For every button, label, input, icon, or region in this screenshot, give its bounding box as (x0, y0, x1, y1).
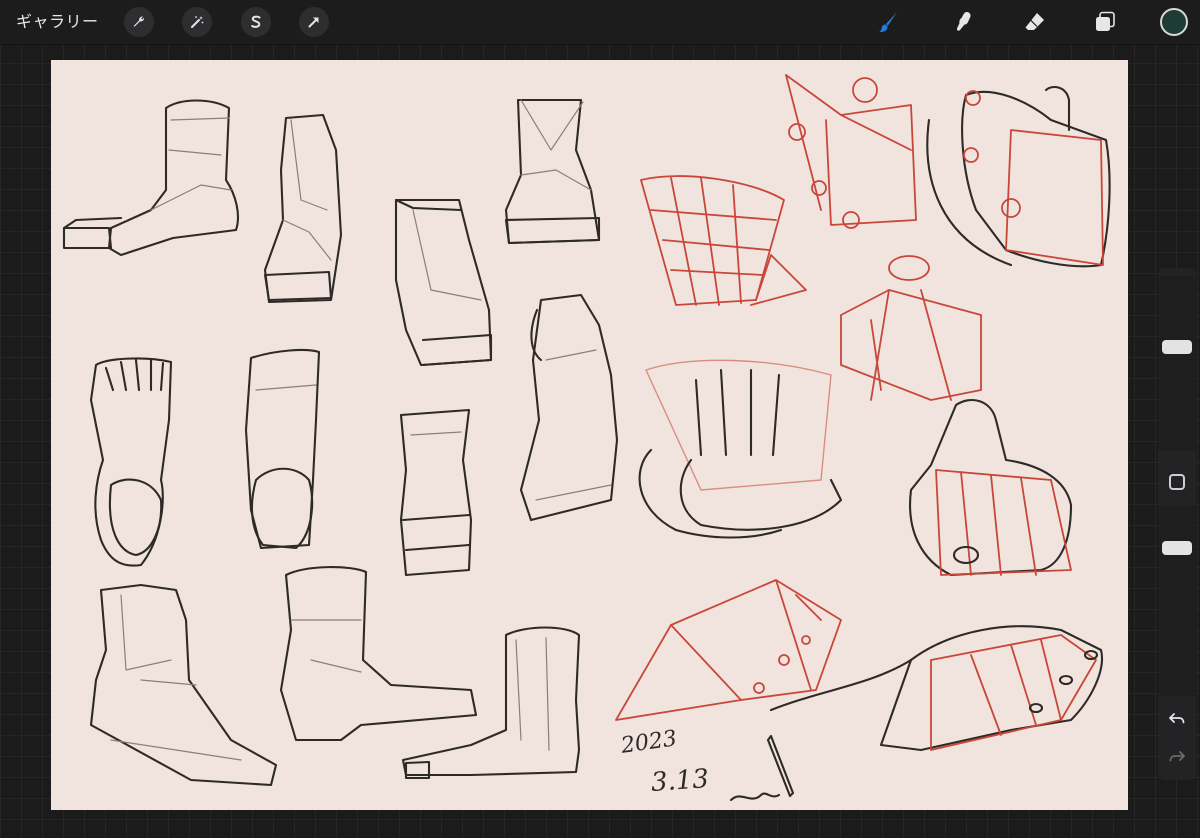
smudge-icon (956, 12, 971, 31)
magic-wand-icon (191, 16, 204, 28)
actions-button[interactable] (124, 7, 154, 37)
box-cylinder-perspective (840, 255, 982, 401)
selection-button[interactable] (241, 7, 271, 37)
undo-arrow-icon (1169, 713, 1185, 724)
brush-size-slider[interactable] (1158, 276, 1196, 451)
hand-grid-perspective (640, 175, 807, 306)
foot-sketch-back-2 (244, 348, 321, 550)
foot-sketch-side-1 (62, 99, 240, 257)
redo-button[interactable] (1166, 746, 1188, 768)
modify-button[interactable] (1169, 474, 1185, 490)
hand-sketch-fist-2 (909, 399, 1073, 577)
opacity-handle[interactable] (1162, 541, 1192, 556)
foot-sketch-back-1 (504, 98, 601, 245)
foot-sketch-front-1 (263, 113, 343, 304)
transform-arrow-icon (308, 17, 319, 28)
undo-button[interactable] (1166, 708, 1188, 730)
drawing-canvas[interactable]: 2023 3.13 (51, 60, 1128, 810)
erase-tool-button[interactable] (1021, 8, 1049, 36)
wrench-icon (133, 16, 145, 27)
foot-sketch-side-4 (279, 566, 478, 742)
foot-sketch-side-3 (89, 583, 278, 787)
smudge-tool-button[interactable] (950, 8, 978, 36)
transform-button[interactable] (299, 7, 329, 37)
adjustments-button[interactable] (182, 7, 212, 37)
sketch-artwork (62, 74, 1111, 802)
wedge-prism-perspective (615, 579, 842, 721)
signature-date-day: 3.13 (650, 764, 710, 798)
redo-arrow-icon (1169, 751, 1185, 762)
hand-sketch-fist-1 (926, 85, 1111, 268)
top-toolbar: ギャラリー (0, 0, 1200, 45)
opacity-slider[interactable] (1158, 506, 1196, 696)
foot-sketch-front-3 (399, 408, 473, 577)
hand-sketch-reaching (769, 625, 1103, 752)
eraser-icon (1025, 13, 1044, 30)
color-swatch-button[interactable] (1160, 8, 1188, 36)
foot-sketch-side-2 (519, 293, 619, 522)
paint-tool-button[interactable] (874, 8, 902, 36)
foot-sketch-front-2 (394, 198, 493, 367)
selection-s-icon (251, 15, 261, 28)
gallery-button[interactable]: ギャラリー (16, 11, 99, 33)
hand-sketch-open (638, 359, 843, 539)
foot-sketch-sole (89, 357, 173, 567)
layers-button[interactable] (1091, 8, 1119, 36)
foot-sketch-boot (401, 626, 581, 780)
brush-size-handle[interactable] (1162, 340, 1192, 355)
arm-box-perspective (785, 74, 917, 229)
brush-icon (879, 12, 897, 32)
brush-sidebar (1158, 268, 1196, 780)
layers-icon (1096, 11, 1115, 31)
pen-doodle (729, 734, 795, 802)
